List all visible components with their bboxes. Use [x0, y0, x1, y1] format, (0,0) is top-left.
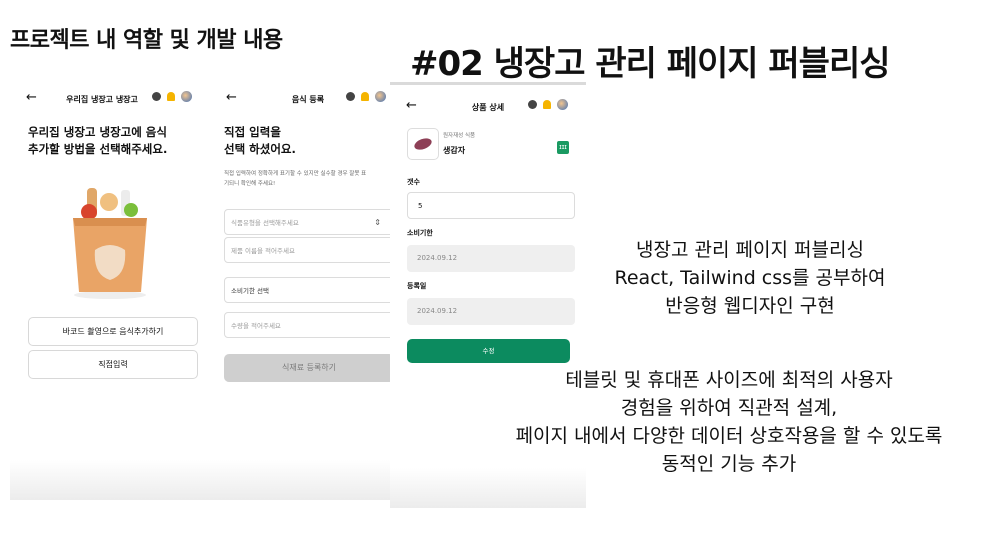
quantity-input[interactable]: 수량을 적어주세요: [224, 312, 390, 338]
expiry-label: 소비기한: [407, 229, 433, 237]
product-category: 원자재성 식품: [443, 133, 476, 139]
direct-input-heading: 직접 입력을 선택 하셨어요.: [224, 125, 296, 156]
register-food-button[interactable]: 식재료 등록하기: [224, 354, 390, 382]
direct-input-button[interactable]: 직접입력: [28, 350, 198, 379]
notice-text: 직접 입력하여 정확하게 표기할 수 있지만 실수할 경우 잘못 표 기되니 확…: [224, 171, 367, 187]
app-header: ← 상품 상세: [390, 96, 586, 116]
chat-icon[interactable]: [346, 92, 355, 101]
count-label: 갯수: [407, 178, 420, 186]
avatar[interactable]: [375, 91, 386, 102]
registered-value: 2024.09.12: [407, 298, 575, 325]
barcode-add-button[interactable]: 바코드 촬영으로 음식추가하기: [28, 317, 198, 346]
bottom-fade: [210, 460, 390, 500]
bell-icon[interactable]: [543, 100, 551, 109]
avatar[interactable]: [557, 99, 568, 110]
description-block-2: 테블릿 및 휴대폰 사이즈에 최적의 사용자 경험을 위하여 직관적 설계, 페…: [515, 369, 943, 475]
screen-add-method: ← 우리집 냉장고 냉장고 우리집 냉장고 냉장고에 음식 추가할 방법을 선택…: [10, 80, 210, 500]
bell-icon[interactable]: [167, 92, 175, 101]
registered-label: 등록일: [407, 282, 427, 290]
trash-icon[interactable]: ɪɪɪ: [557, 141, 569, 154]
page-title: #02 냉장고 관리 페이지 퍼블리싱: [410, 44, 891, 84]
bottom-fade: [10, 460, 210, 500]
product-name-input[interactable]: 제품 이름을 적어주세요: [224, 237, 390, 263]
expiry-value: 2024.09.12: [407, 245, 575, 272]
screen-food-register: ← 음식 등록 직접 입력을 선택 하셨어요. 직접 입력하여 정확하게 표기할…: [210, 80, 390, 500]
top-border: [390, 82, 586, 85]
app-header: ← 음식 등록: [210, 88, 390, 108]
description-block-1: 냉장고 관리 페이지 퍼블리싱 React, Tailwind css를 공부하…: [614, 239, 886, 317]
bell-icon[interactable]: [361, 92, 369, 101]
grocery-bag-illustration: [73, 188, 147, 299]
chat-icon[interactable]: [528, 100, 537, 109]
edit-button[interactable]: 수정: [407, 339, 570, 363]
app-header: ← 우리집 냉장고 냉장고: [10, 88, 210, 108]
food-type-select[interactable]: 식품유형을 선택해주세요 ⇕: [224, 209, 390, 235]
sweet-potato-icon: [414, 138, 432, 150]
expiry-date-select[interactable]: 소비기한 선택: [224, 277, 390, 303]
product-name: 생감자: [443, 146, 466, 155]
chevron-updown-icon: ⇕: [374, 218, 381, 227]
page-heading: 프로젝트 내 역할 및 개발 내용: [10, 28, 283, 53]
product-thumbnail: [407, 128, 439, 160]
chat-icon[interactable]: [152, 92, 161, 101]
count-input[interactable]: 5: [407, 192, 575, 219]
question-text: 우리집 냉장고 냉장고에 음식 추가할 방법을 선택해주세요.: [28, 125, 168, 156]
avatar[interactable]: [181, 91, 192, 102]
